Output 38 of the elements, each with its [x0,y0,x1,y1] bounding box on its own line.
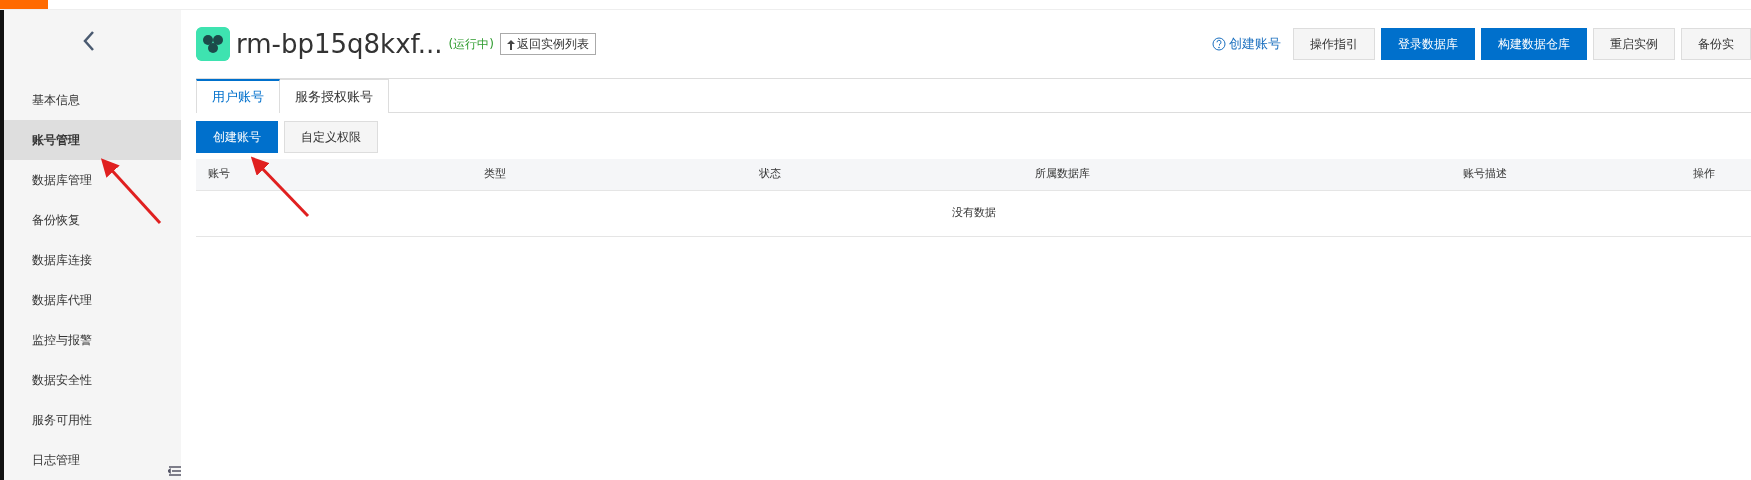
column-header: 所属数据库 [1034,167,1090,181]
sidebar-item[interactable]: 日志管理 [4,440,181,480]
column-header: 操作 [1693,167,1716,181]
back-icon[interactable] [82,30,96,52]
header-button[interactable]: 操作指引 [1293,28,1375,60]
toolbar-button[interactable]: 自定义权限 [284,121,378,153]
tab[interactable]: 用户账号 [196,79,280,113]
column-header: 状态 [759,167,782,181]
sidebar-item[interactable]: 备份恢复 [4,200,181,240]
header-button[interactable]: 重启实例 [1593,28,1675,60]
annotation-arrow [100,158,162,224]
column-header: 类型 [483,167,506,181]
tab[interactable]: 服务授权账号 [280,79,389,113]
sidebar-item[interactable]: 账号管理 [4,120,181,160]
empty-message: 没有数据 [951,205,996,222]
back-to-list-button[interactable]: 返回实例列表 [499,33,596,55]
header-button[interactable]: 备份实 [1681,28,1751,60]
annotation-arrow [250,156,310,218]
instance-title: rm-bp15q8kxf... [236,27,443,61]
sidebar-item[interactable]: 服务可用性 [4,400,181,440]
toolbar-button[interactable]: 创建账号 [196,121,278,153]
help-link[interactable]: 创建账号 [1212,34,1281,54]
database-icon [196,27,230,61]
status-text: (运行中) [448,36,494,53]
sidebar-item[interactable]: 数据库连接 [4,240,181,280]
up-arrow-icon [506,39,515,50]
sidebar-item[interactable]: 基本信息 [4,80,181,120]
column-header: 账号描述 [1463,167,1508,181]
sidebar-item[interactable]: 数据安全性 [4,360,181,400]
help-icon [1212,37,1226,51]
logo-block [0,0,48,9]
sidebar-item[interactable]: 数据库代理 [4,280,181,320]
header-button[interactable]: 登录数据库 [1381,28,1475,60]
sidebar-item[interactable]: 监控与报警 [4,320,181,360]
collapse-icon[interactable] [168,465,181,478]
header-button[interactable]: 构建数据仓库 [1481,28,1587,60]
sidebar-item[interactable]: 数据库管理 [4,160,181,200]
column-header: 账号 [208,167,230,181]
